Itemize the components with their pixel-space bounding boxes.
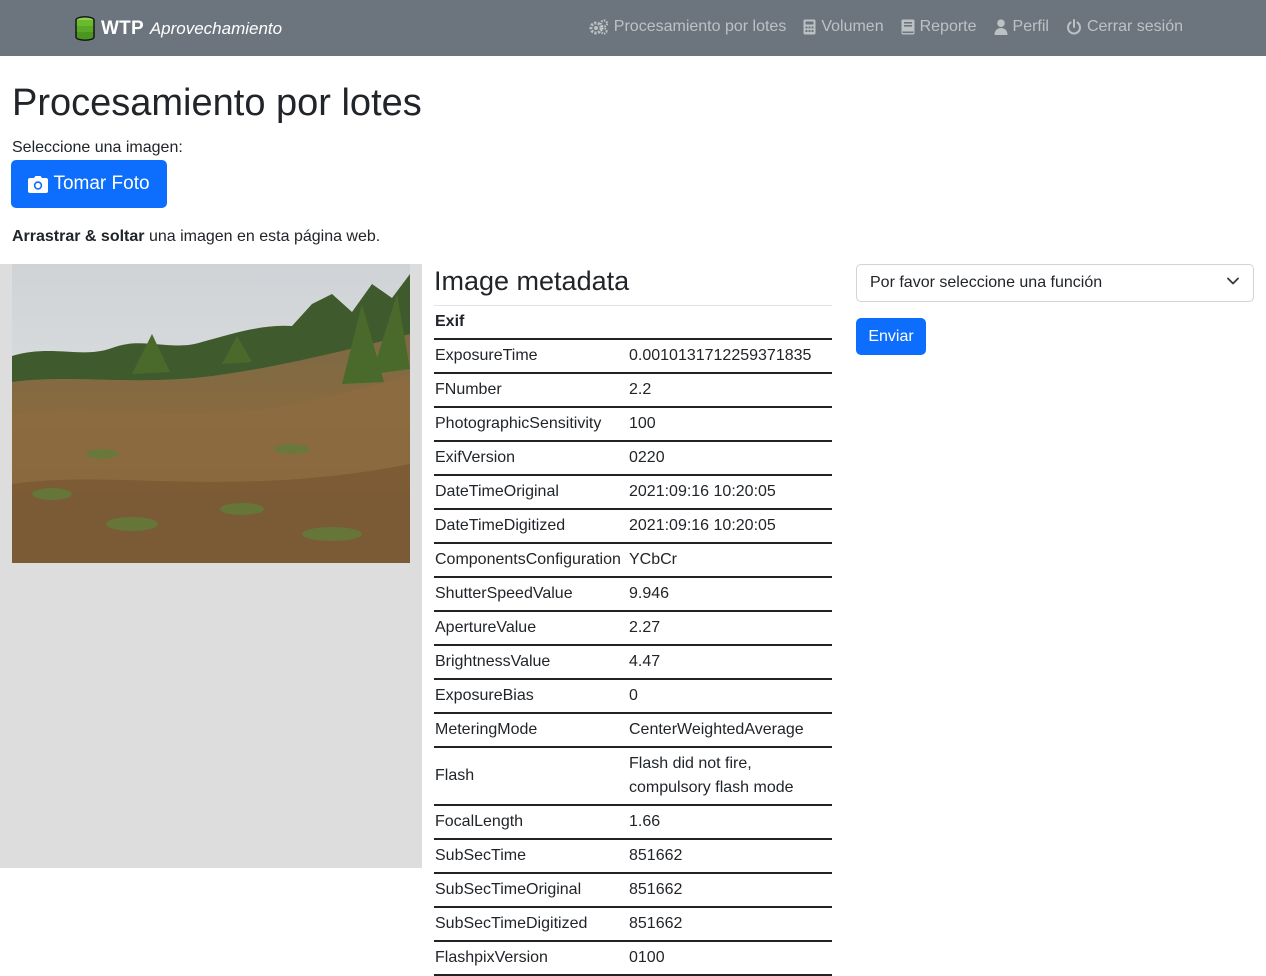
metadata-key: ShutterSpeedValue: [434, 577, 628, 612]
metadata-value: 2.2: [628, 373, 832, 408]
gears-icon: [589, 19, 608, 35]
metadata-value: 100: [628, 407, 832, 442]
brand-title: WTP: [101, 18, 144, 39]
nav-item-perfil[interactable]: Perfil: [994, 18, 1049, 36]
user-icon: [994, 19, 1008, 35]
metadata-key: DateTimeDigitized: [434, 509, 628, 544]
metadata-row: ComponentsConfiguration YCbCr: [434, 543, 832, 578]
metadata-key: MeteringMode: [434, 713, 628, 748]
metadata-row: Flash Flash did not fire, compulsory flas…: [434, 747, 832, 806]
metadata-table: Exif ExposureTime 0.0010131712259371835 FN…: [434, 306, 832, 976]
take-photo-label: Tomar Foto: [53, 173, 150, 194]
metadata-row: DateTimeDigitized 2021:09:16 10:20:05: [434, 509, 832, 544]
metadata-key: PhotographicSensitivity: [434, 407, 628, 442]
metadata-row: ApertureValue 2.27: [434, 611, 832, 646]
metadata-group-row: Exif: [434, 306, 832, 340]
nav-item-label: Cerrar sesión: [1086, 18, 1183, 35]
metadata-value: YCbCr: [628, 543, 832, 578]
metadata-row: ShutterSpeedValue 9.946: [434, 577, 832, 612]
metadata-key: ExposureTime: [434, 339, 628, 374]
metadata-value: 0: [628, 679, 832, 714]
power-icon: [1066, 19, 1081, 35]
submit-button[interactable]: Enviar: [856, 318, 926, 355]
metadata-heading: Image metadata: [434, 266, 630, 296]
metadata-value: 0220: [628, 441, 832, 476]
metadata-value: 0100: [628, 941, 832, 976]
database-logo-icon: [75, 16, 95, 41]
metadata-key: FocalLength: [434, 805, 628, 840]
book-icon: [901, 19, 915, 35]
metadata-row: FocalLength 1.66: [434, 805, 832, 840]
uploaded-photo: [12, 264, 410, 563]
metadata-key: ApertureValue: [434, 611, 628, 646]
metadata-group-label: Exif: [434, 306, 832, 340]
brand-link[interactable]: WTP Aprovechamiento: [74, 16, 282, 42]
metadata-value: 2021:09:16 10:20:05: [628, 509, 832, 544]
metadata-row: ExposureTime 0.0010131712259371835: [434, 339, 832, 374]
metadata-key: ExposureBias: [434, 679, 628, 714]
calculator-icon: [803, 19, 816, 35]
page-title: Procesamiento por lotes: [12, 82, 422, 124]
metadata-row: BrightnessValue 4.47: [434, 645, 832, 680]
nav-item-reporte[interactable]: Reporte: [901, 18, 977, 36]
top-navbar: WTP Aprovechamiento Procesamiento por lo…: [0, 0, 1266, 56]
metadata-value: 2.27: [628, 611, 832, 646]
nav-item-volumen[interactable]: Volumen: [803, 18, 884, 36]
nav-item-procesamiento[interactable]: Procesamiento por lotes: [589, 18, 787, 36]
metadata-row: SubSecTimeOriginal 851662: [434, 873, 832, 908]
chevron-down-icon: [1227, 277, 1239, 285]
drag-drop-rest: una imagen en esta página web.: [144, 228, 381, 245]
take-photo-button[interactable]: Tomar Foto: [11, 160, 167, 208]
metadata-value: 2021:09:16 10:20:05: [628, 475, 832, 510]
metadata-row: MeteringMode CenterWeightedAverage: [434, 713, 832, 748]
drag-drop-strong: Arrastrar & soltar: [12, 228, 145, 245]
nav-item-label: Procesamiento por lotes: [613, 18, 787, 35]
metadata-row: ExifVersion 0220: [434, 441, 832, 476]
metadata-key: Flash: [434, 747, 628, 806]
metadata-row: FlashpixVersion 0100: [434, 941, 832, 976]
metadata-key: ExifVersion: [434, 441, 628, 476]
function-select-value: Por favor seleccione una función: [870, 274, 1103, 291]
nav-item-label: Volumen: [821, 18, 884, 35]
nav-item-label: Perfil: [1012, 18, 1049, 35]
metadata-row: SubSecTimeDigitized 851662: [434, 907, 832, 942]
metadata-row: FNumber 2.2: [434, 373, 832, 408]
metadata-value: CenterWeightedAverage: [628, 713, 832, 748]
metadata-key: DateTimeOriginal: [434, 475, 628, 510]
metadata-value: 9.946: [628, 577, 832, 612]
metadata-key: FNumber: [434, 373, 628, 408]
camera-icon: [28, 175, 49, 193]
metadata-value: 4.47: [628, 645, 832, 680]
metadata-row: ExposureBias 0: [434, 679, 832, 714]
drag-drop-hint: Arrastrar & soltar una imagen en esta pá…: [12, 228, 380, 246]
metadata-key: SubSecTimeOriginal: [434, 873, 628, 908]
metadata-key: FlashpixVersion: [434, 941, 628, 976]
function-select[interactable]: Por favor seleccione una función: [856, 264, 1254, 302]
select-image-label: Seleccione una imagen:: [12, 139, 183, 156]
metadata-value: 1.66: [628, 805, 832, 840]
metadata-value: 0.0010131712259371835: [628, 339, 832, 374]
nav-menu: Procesamiento por lotes Volumen Reporte: [589, 18, 1183, 36]
metadata-row: DateTimeOriginal 2021:09:16 10:20:05: [434, 475, 832, 510]
metadata-value: 851662: [628, 873, 832, 908]
metadata-key: SubSecTimeDigitized: [434, 907, 628, 942]
metadata-row: PhotographicSensitivity 100: [434, 407, 832, 442]
nav-item-label: Reporte: [919, 18, 977, 35]
metadata-value: Flash did not fire, compulsory flash mod…: [628, 747, 832, 806]
metadata-value: 851662: [628, 907, 832, 942]
brand-subtitle: Aprovechamiento: [149, 19, 283, 38]
nav-item-cerrar-sesion[interactable]: Cerrar sesión: [1066, 18, 1183, 36]
metadata-key: BrightnessValue: [434, 645, 628, 680]
metadata-key: ComponentsConfiguration: [434, 543, 628, 578]
